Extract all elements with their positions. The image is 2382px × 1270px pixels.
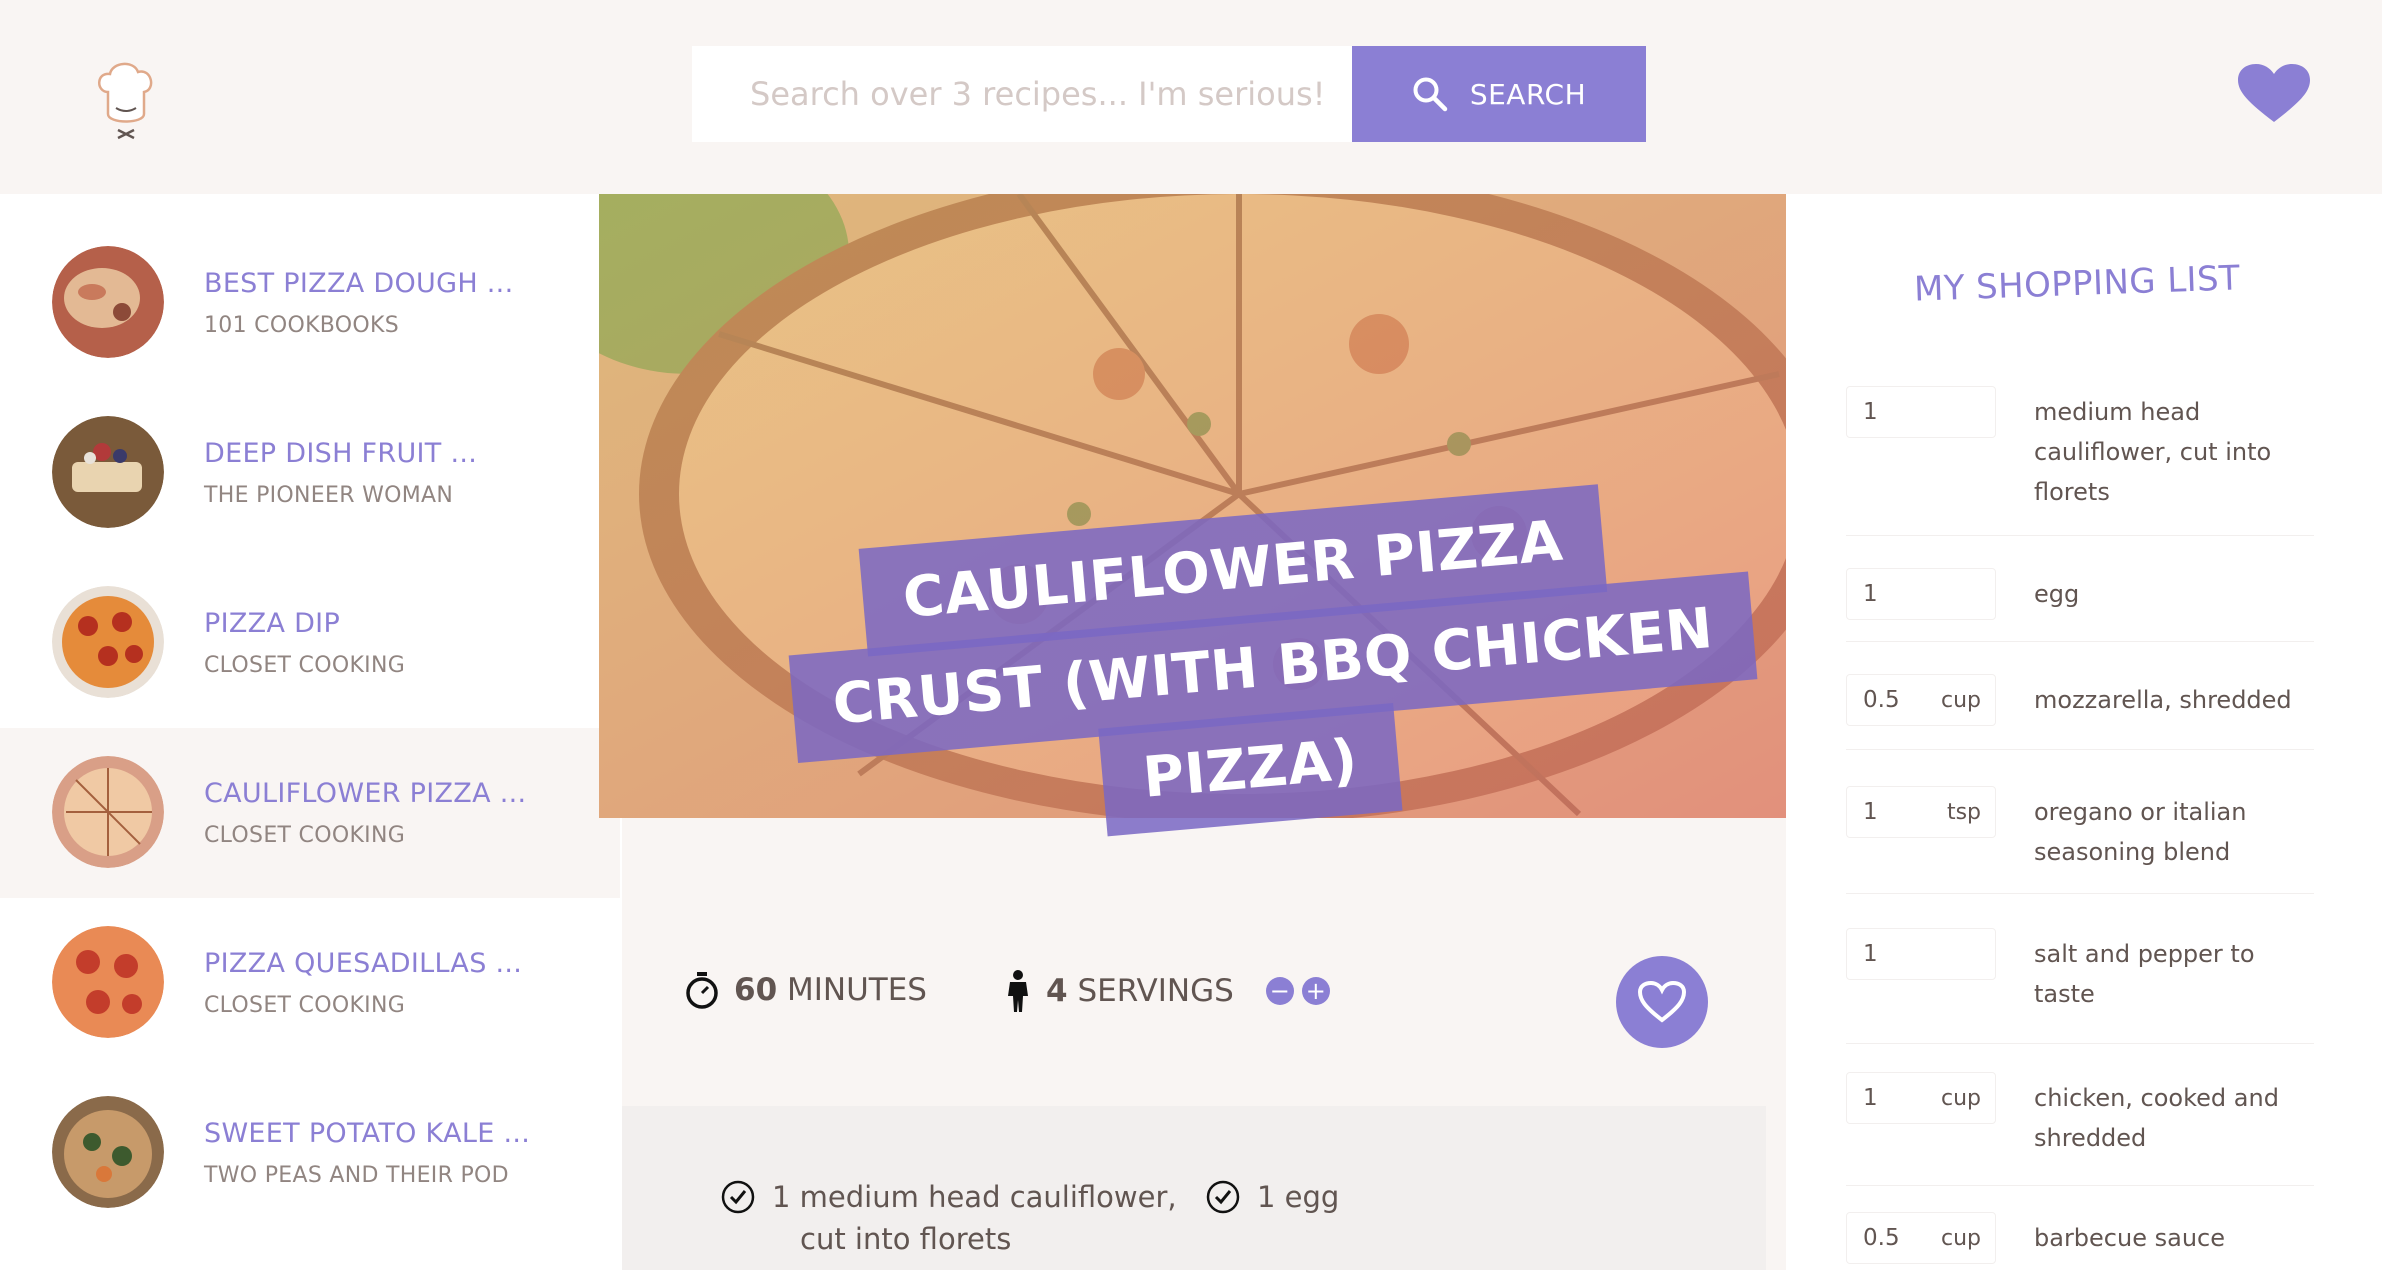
result-author: CLOSET COOKING: [204, 653, 406, 678]
stopwatch-icon: [686, 972, 718, 1009]
shopping-item-description: oregano or italian seasoning blend: [2034, 798, 2247, 866]
ingredient-text: egg: [1284, 1180, 1340, 1214]
quantity-unit: cup: [1940, 1225, 1981, 1251]
quantity-field[interactable]: [1846, 928, 1996, 980]
result-title: PIZZA QUESADILLAS ...: [204, 948, 523, 979]
recipe-thumbnail: [52, 926, 164, 1038]
servings: 4 SERVINGS − +: [1004, 970, 1330, 1012]
shopping-list: MY SHOPPING LIST medium head cauliflower…: [1786, 194, 2382, 1270]
result-item[interactable]: SWEET POTATO KALE ... TWO PEAS AND THEIR…: [0, 1068, 620, 1238]
shopping-item: egg: [1846, 568, 2314, 642]
result-item-active[interactable]: CAULIFLOWER PIZZA ... CLOSET COOKING: [0, 728, 620, 898]
search-form: SEARCH: [692, 46, 1646, 142]
check-icon: [1206, 1180, 1240, 1214]
shopping-item-description: barbecue sauce: [2034, 1224, 2225, 1252]
result-author: TWO PEAS AND THEIR POD: [204, 1163, 509, 1188]
cooking-time-label: MINUTES: [787, 972, 927, 1008]
quantity-field[interactable]: [1846, 568, 1996, 620]
search-button-label: SEARCH: [1469, 77, 1587, 111]
shopping-item: medium head cauliflower, cut into floret…: [1846, 386, 2314, 536]
shopping-list-title: MY SHOPPING LIST: [1913, 258, 2241, 310]
recipe-thumbnail: [52, 756, 164, 868]
quantity-input[interactable]: [1863, 399, 1923, 425]
quantity-unit: cup: [1940, 1085, 1981, 1111]
increase-servings-button[interactable]: +: [1301, 977, 1330, 1005]
search-icon: [1413, 77, 1448, 112]
header: SEARCH: [0, 0, 2382, 194]
likes-heart-icon[interactable]: [2238, 64, 2310, 124]
result-title: DEEP DISH FRUIT ...: [204, 438, 478, 469]
chef-hat-logo-icon[interactable]: [94, 58, 158, 140]
quantity-unit: cup: [1940, 687, 1981, 713]
bookmark-recipe-button[interactable]: [1616, 956, 1708, 1048]
result-item[interactable]: PIZZA QUESADILLAS ... CLOSET COOKING: [0, 898, 620, 1068]
quantity-field[interactable]: [1846, 386, 1996, 438]
quantity-unit: tsp: [1946, 799, 1981, 825]
result-item[interactable]: BEST PIZZA DOUGH ... 101 COOKBOOKS: [0, 218, 620, 388]
shopping-item: cup chicken, cooked and shredded: [1846, 1072, 2314, 1186]
decrease-servings-button[interactable]: −: [1265, 977, 1294, 1005]
quantity-input[interactable]: [1863, 581, 1923, 607]
quantity-field[interactable]: cup: [1846, 674, 1996, 726]
quantity-field[interactable]: tsp: [1846, 786, 1996, 838]
ingredient-count: 1: [1257, 1180, 1276, 1214]
shopping-item-description: medium head cauliflower, cut into floret…: [2034, 398, 2272, 506]
quantity-field[interactable]: cup: [1846, 1072, 1996, 1124]
heart-outline-icon: [1637, 980, 1687, 1023]
shopping-item-description: salt and pepper to taste: [2034, 940, 2255, 1008]
shopping-item: tsp oregano or italian seasoning blend: [1846, 786, 2314, 894]
search-input[interactable]: [692, 46, 1352, 142]
shopping-item-description: egg: [2034, 580, 2080, 608]
search-results: BEST PIZZA DOUGH ... 101 COOKBOOKS DEEP …: [0, 194, 622, 1270]
recipe-thumbnail: [52, 586, 164, 698]
recipe-panel: CAULIFLOWER PIZZA CRUST (WITH BBQ CHICKE…: [599, 194, 1787, 1270]
quantity-input[interactable]: [1863, 1225, 1923, 1251]
servings-label: SERVINGS: [1077, 973, 1234, 1009]
quantity-input[interactable]: [1863, 687, 1923, 713]
shopping-item-description: chicken, cooked and shredded: [2034, 1084, 2279, 1152]
ingredients-list: 1 medium head cauliflower, cut into flor…: [622, 1106, 1766, 1270]
shopping-item: cup mozzarella, shredded: [1846, 674, 2314, 750]
ingredient-item: 1 medium head cauliflower, cut into flor…: [720, 1176, 1177, 1260]
recipe-thumbnail: [52, 1096, 164, 1208]
ingredient-text: medium head cauliflower,: [799, 1180, 1177, 1214]
shopping-item-description: mozzarella, shredded: [2034, 686, 2292, 714]
result-item[interactable]: DEEP DISH FRUIT ... THE PIONEER WOMAN: [0, 388, 620, 558]
result-item[interactable]: PIZZA DIP CLOSET COOKING: [0, 558, 620, 728]
ingredient-count: 1: [772, 1180, 791, 1214]
quantity-input[interactable]: [1863, 941, 1923, 967]
quantity-input[interactable]: [1863, 799, 1923, 825]
shopping-item: salt and pepper to taste: [1846, 928, 2314, 1044]
ingredient-item: 1 egg: [1205, 1176, 1339, 1218]
search-button[interactable]: SEARCH: [1352, 46, 1646, 142]
result-author: CLOSET COOKING: [204, 823, 406, 848]
ingredient-text-line2: cut into florets: [800, 1222, 1012, 1256]
result-author: 101 COOKBOOKS: [204, 313, 400, 338]
result-title: BEST PIZZA DOUGH ...: [204, 268, 514, 299]
quantity-field[interactable]: cup: [1846, 1212, 1996, 1264]
recipe-thumbnail: [52, 416, 164, 528]
recipe-thumbnail: [52, 246, 164, 358]
recipe-details: 60 MINUTES 4 SERVINGS − +: [622, 944, 1766, 1044]
servings-value: 4: [1046, 973, 1068, 1009]
result-author: CLOSET COOKING: [204, 993, 406, 1018]
check-icon: [721, 1180, 755, 1214]
person-icon: [1008, 970, 1028, 1012]
shopping-item: cup barbecue sauce: [1846, 1212, 2314, 1270]
result-author: THE PIONEER WOMAN: [204, 483, 454, 508]
quantity-input[interactable]: [1863, 1085, 1923, 1111]
cooking-time-value: 60: [734, 972, 778, 1008]
result-title: PIZZA DIP: [204, 608, 341, 639]
result-title: CAULIFLOWER PIZZA ...: [204, 778, 527, 809]
result-title: SWEET POTATO KALE ...: [204, 1118, 531, 1149]
cooking-time: 60 MINUTES: [684, 970, 927, 1010]
